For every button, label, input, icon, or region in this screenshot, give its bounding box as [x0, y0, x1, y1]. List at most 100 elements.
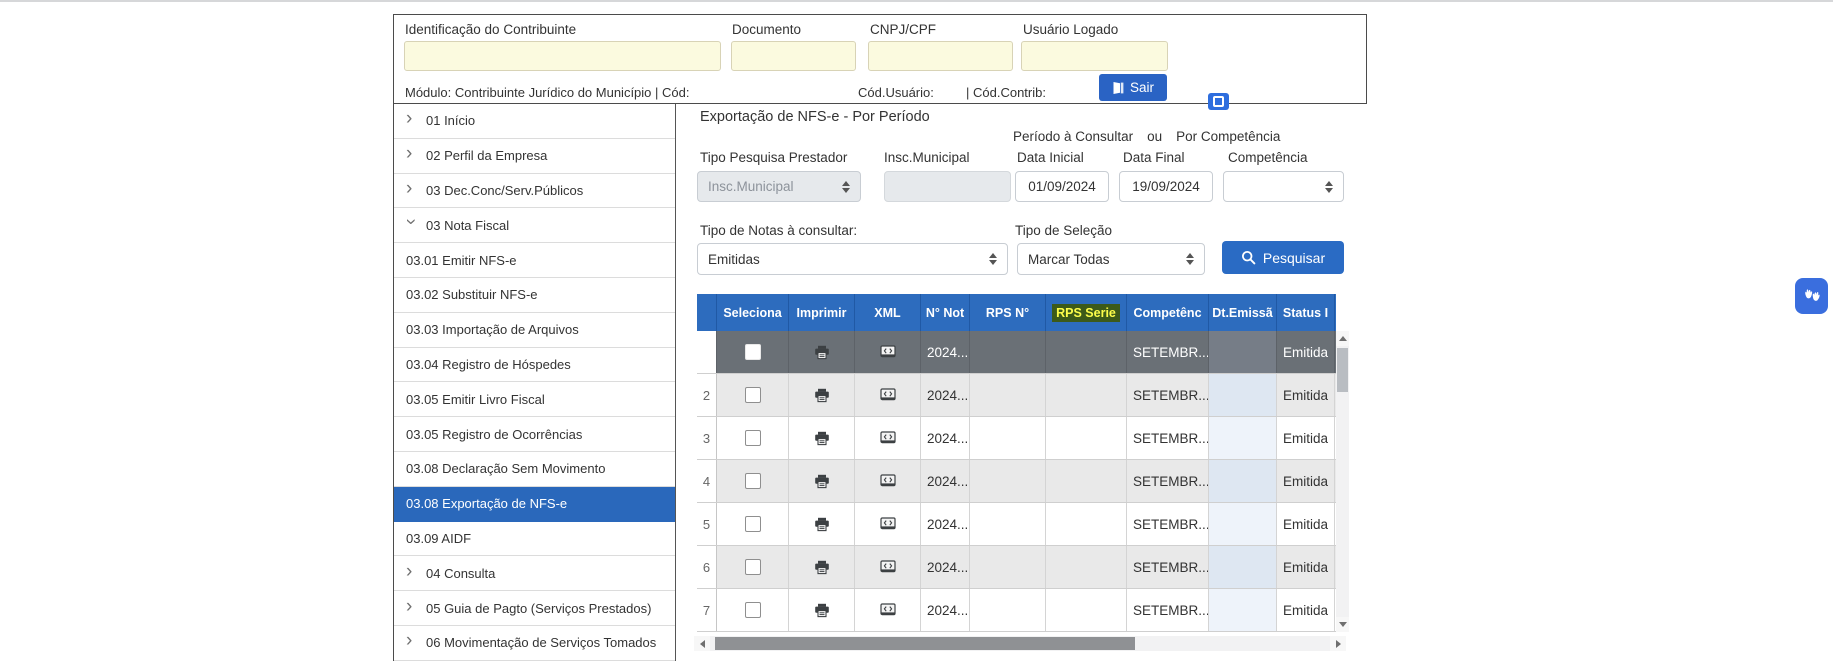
exit-door-icon — [1112, 81, 1125, 95]
print-icon[interactable] — [814, 345, 830, 360]
print-icon[interactable] — [814, 388, 830, 403]
print-icon[interactable] — [814, 474, 830, 489]
sidebar-item[interactable]: 03.02 Substituir NFS-e — [394, 278, 675, 313]
print-icon[interactable] — [814, 517, 830, 532]
status-cell: Emitida — [1277, 417, 1335, 459]
column-header-label: Seleciona — [723, 306, 781, 320]
xml-icon[interactable] — [880, 474, 896, 488]
sidebar-item[interactable]: 03.05 Registro de Ocorrências — [394, 417, 675, 452]
sidebar-item[interactable]: ›06 Movimentação de Serviços Tomados — [394, 626, 675, 661]
scroll-up-icon[interactable] — [1336, 331, 1349, 346]
sidebar-item[interactable]: 03.08 Declaração Sem Movimento — [394, 452, 675, 487]
competencia-cell: SETEMBR... — [1127, 589, 1209, 631]
data-final-input[interactable] — [1119, 171, 1213, 202]
sidebar-item[interactable]: ›03 Nota Fiscal — [394, 208, 675, 243]
scroll-left-icon[interactable] — [694, 636, 710, 651]
tipo-selecao-label: Tipo de Seleção — [1015, 223, 1112, 238]
column-header[interactable]: N° Not — [921, 294, 970, 331]
libras-accessibility-button[interactable] — [1795, 278, 1828, 314]
sidebar-item[interactable]: 03.05 Emitir Livro Fiscal — [394, 382, 675, 417]
xml-icon[interactable] — [880, 388, 896, 402]
competencia-cell: SETEMBR... — [1127, 331, 1209, 373]
tipo-notas-value: Emitidas — [708, 252, 760, 267]
print-icon[interactable] — [814, 431, 830, 446]
print-cell — [789, 374, 855, 416]
column-header[interactable]: RPS N° — [970, 294, 1046, 331]
row-checkbox[interactable] — [745, 387, 761, 403]
sidebar-item[interactable]: 03.08 Exportação de NFS-e — [394, 487, 675, 522]
cnpj-cpf-input[interactable] — [868, 41, 1013, 71]
table-row[interactable]: 12024...SETEMBR...Emitida — [697, 331, 1336, 374]
table-row[interactable]: 22024...SETEMBR...Emitida — [697, 374, 1336, 417]
status-cell: Emitida — [1277, 503, 1335, 545]
select-cell — [717, 546, 789, 588]
table-row[interactable]: 72024...SETEMBR...Emitida — [697, 589, 1336, 632]
horizontal-scrollbar[interactable] — [694, 636, 1346, 651]
sidebar-item-label: 03.01 Emitir NFS-e — [406, 253, 517, 268]
sidebar-item[interactable]: 03.09 AIDF — [394, 522, 675, 557]
column-header[interactable]: Status I — [1277, 294, 1335, 331]
identificacao-input[interactable] — [404, 41, 721, 71]
nota-numero-cell: 2024... — [921, 417, 970, 459]
xml-cell — [855, 503, 921, 545]
tipo-selecao-select[interactable]: Marcar Todas — [1017, 243, 1205, 275]
sidebar-item[interactable]: 03.03 Importação de Arquivos — [394, 313, 675, 348]
rps-numero-cell — [970, 460, 1046, 502]
insc-municipal-input[interactable] — [884, 171, 1011, 202]
sidebar-item[interactable]: 03.01 Emitir NFS-e — [394, 243, 675, 278]
print-icon[interactable] — [814, 603, 830, 618]
scroll-right-icon[interactable] — [1330, 636, 1346, 651]
pesquisar-button[interactable]: Pesquisar — [1222, 241, 1344, 274]
row-checkbox[interactable] — [745, 473, 761, 489]
vertical-scroll-thumb[interactable] — [1337, 348, 1348, 392]
row-number-header — [697, 294, 717, 331]
row-checkbox[interactable] — [745, 344, 761, 360]
data-inicial-label: Data Inicial — [1017, 150, 1084, 165]
data-inicial-input[interactable] — [1015, 171, 1109, 202]
column-header[interactable]: XML — [855, 294, 921, 331]
column-header[interactable]: Imprimir — [789, 294, 855, 331]
row-checkbox[interactable] — [745, 430, 761, 446]
xml-cell — [855, 460, 921, 502]
sidebar-item[interactable]: ›03 Dec.Conc/Serv.Públicos — [394, 174, 675, 209]
xml-icon[interactable] — [880, 517, 896, 531]
usuario-logado-input[interactable] — [1021, 41, 1168, 71]
sidebar-item[interactable]: ›01 Início — [394, 104, 675, 139]
sidebar-item[interactable]: ›05 Guia de Pagto (Serviços Prestados) — [394, 591, 675, 626]
sidebar-item-label: 06 Movimentação de Serviços Tomados — [426, 635, 656, 650]
print-cell — [789, 331, 855, 373]
xml-cell — [855, 331, 921, 373]
row-checkbox[interactable] — [745, 602, 761, 618]
xml-icon[interactable] — [880, 603, 896, 617]
tipo-notas-select[interactable]: Emitidas — [697, 243, 1008, 275]
column-header[interactable]: Competênc — [1127, 294, 1209, 331]
xml-icon[interactable] — [880, 560, 896, 574]
row-checkbox[interactable] — [745, 516, 761, 532]
sidebar-item[interactable]: 03.04 Registro de Hóspedes — [394, 348, 675, 383]
table-row[interactable]: 42024...SETEMBR...Emitida — [697, 460, 1336, 503]
scroll-down-icon[interactable] — [1336, 617, 1349, 632]
row-number-cell: 1 — [697, 331, 717, 373]
small-blue-badge[interactable] — [1208, 93, 1229, 110]
horizontal-scroll-thumb[interactable] — [715, 637, 1135, 650]
chevron-right-icon: › — [406, 109, 416, 128]
table-row[interactable]: 62024...SETEMBR...Emitida — [697, 546, 1336, 589]
row-checkbox[interactable] — [745, 559, 761, 575]
xml-icon[interactable] — [880, 345, 896, 359]
page-title: Exportação de NFS-e - Por Período — [700, 109, 930, 125]
column-header[interactable]: Dt.Emissã — [1209, 294, 1277, 331]
xml-icon[interactable] — [880, 431, 896, 445]
column-header[interactable]: RPS Serie — [1046, 294, 1127, 331]
documento-input[interactable] — [731, 41, 856, 71]
print-icon[interactable] — [814, 560, 830, 575]
sidebar-item[interactable]: ›02 Perfil da Empresa — [394, 139, 675, 174]
vertical-scrollbar[interactable] — [1336, 331, 1349, 632]
table-row[interactable]: 52024...SETEMBR...Emitida — [697, 503, 1336, 546]
tipo-pesquisa-select[interactable]: Insc.Municipal — [697, 171, 861, 202]
sair-button[interactable]: Sair — [1099, 74, 1167, 101]
column-header[interactable]: Seleciona — [717, 294, 789, 331]
rps-serie-cell — [1046, 503, 1127, 545]
competencia-select[interactable] — [1223, 171, 1344, 202]
table-row[interactable]: 32024...SETEMBR...Emitida — [697, 417, 1336, 460]
sidebar-item[interactable]: ›04 Consulta — [394, 556, 675, 591]
